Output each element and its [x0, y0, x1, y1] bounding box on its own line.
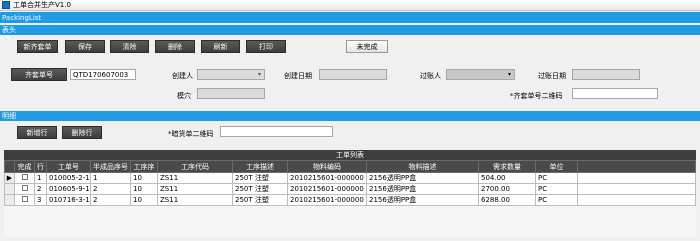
- code-cell: ZS11: [157, 194, 233, 206]
- col-filler: [577, 160, 696, 173]
- qty-cell: 6288.00: [478, 194, 536, 206]
- kit-no-button[interactable]: 齐套单号: [11, 68, 67, 81]
- table-row[interactable]: ▶ 1 010005-2-1 1 10 ZS11 250T 注塑 2010215…: [4, 172, 696, 184]
- col-semi-no[interactable]: 半成品序号: [90, 160, 131, 173]
- done-checkbox[interactable]: [21, 196, 28, 202]
- row-selector[interactable]: [4, 194, 15, 206]
- row-header-cell: [4, 160, 15, 173]
- mat-code-cell: 2010215601-000000: [287, 172, 367, 184]
- code-cell: ZS11: [157, 183, 233, 195]
- col-done[interactable]: 完成: [14, 160, 35, 173]
- kit-no-field[interactable]: QTD170607003: [70, 69, 136, 80]
- save-button[interactable]: 保存: [65, 40, 105, 53]
- kit-qr-label: *齐套单号二维码: [510, 92, 563, 100]
- line-cell: 1: [34, 172, 47, 184]
- filler-cell: [577, 172, 696, 184]
- order-grid: 完成 行 工单号 半成品序号 工序序 工序代码 工序描述 物料编码 物料描述 需…: [4, 160, 696, 206]
- grid-caption: 工单列表: [4, 150, 696, 160]
- create-date-field[interactable]: [319, 69, 387, 80]
- order-cell: 010605-9-1: [46, 183, 91, 195]
- mat-code-cell: 2010215601-000000: [287, 194, 367, 206]
- code-cell: ZS11: [157, 172, 233, 184]
- done-checkbox[interactable]: [21, 185, 28, 191]
- table-row[interactable]: 3 010716-3-1 2 10 ZS11 250T 注塑 201021560…: [4, 194, 696, 206]
- create-date-label: 创建日期: [284, 72, 312, 80]
- semi-cell: 2: [90, 194, 131, 206]
- window-title: 工单合并生产V1.0: [13, 1, 71, 9]
- grid-header-row: 完成 行 工单号 半成品序号 工序序 工序代码 工序描述 物料编码 物料描述 需…: [4, 160, 696, 173]
- table-row[interactable]: 2 010605-9-1 2 10 ZS11 250T 注塑 201021560…: [4, 183, 696, 195]
- col-mat-code[interactable]: 物料编码: [287, 160, 367, 173]
- row-selector[interactable]: ▶: [4, 172, 15, 184]
- unit-cell: PC: [535, 183, 578, 195]
- section-bar-header: 表头: [0, 25, 700, 35]
- delete-button[interactable]: 删除: [155, 40, 195, 53]
- done-cell[interactable]: [14, 194, 35, 206]
- chevron-down-icon: ▾: [507, 71, 511, 78]
- op-desc-cell: 250T 注塑: [232, 183, 288, 195]
- seq-cell: 10: [130, 183, 158, 195]
- mat-desc-cell: 2156透明PP盒: [366, 172, 479, 184]
- chevron-down-icon: ▾: [257, 71, 261, 78]
- creator-label: 创建人: [172, 72, 193, 80]
- section-bar-detail: 明细: [0, 111, 700, 121]
- op-desc-cell: 250T 注塑: [232, 172, 288, 184]
- cavity-label: 模穴: [177, 92, 191, 100]
- seq-cell: 10: [130, 172, 158, 184]
- title-bar: 工单合并生产V1.0: [0, 0, 700, 11]
- row-selector[interactable]: [4, 183, 15, 195]
- filler-cell: [577, 183, 696, 195]
- col-qty[interactable]: 需求数量: [478, 160, 536, 173]
- seq-cell: 10: [130, 194, 158, 206]
- order-cell: 010005-2-1: [46, 172, 91, 184]
- transfer-person-dropdown[interactable]: ▾: [446, 69, 515, 80]
- kit-qr-field[interactable]: [572, 88, 658, 99]
- delete-row-button[interactable]: 删除行: [62, 126, 102, 139]
- add-row-button[interactable]: 新增行: [17, 126, 57, 139]
- semi-cell: 1: [90, 172, 131, 184]
- col-mat-desc[interactable]: 物料描述: [366, 160, 479, 173]
- semi-cell: 2: [90, 183, 131, 195]
- clear-button[interactable]: 清除: [110, 40, 149, 53]
- transfer-person-label: 过账人: [420, 72, 441, 80]
- creator-dropdown[interactable]: ▾: [197, 69, 265, 80]
- section-bar-packinglist: PackingList: [0, 12, 700, 23]
- col-line[interactable]: 行: [34, 160, 47, 173]
- col-op-seq[interactable]: 工序序: [130, 160, 158, 173]
- shelf-qr-field[interactable]: [220, 126, 333, 137]
- qty-cell: 504.00: [478, 172, 536, 184]
- transfer-date-field[interactable]: [572, 69, 640, 80]
- col-order-no[interactable]: 工单号: [46, 160, 91, 173]
- shelf-qr-label: *暗货单二维码: [168, 130, 214, 138]
- done-checkbox[interactable]: [21, 174, 28, 180]
- new-kit-button[interactable]: 新齐套单: [17, 40, 58, 53]
- line-cell: 3: [34, 194, 47, 206]
- qty-cell: 2700.00: [478, 183, 536, 195]
- transfer-date-label: 过账日期: [538, 72, 566, 80]
- filler-cell: [577, 194, 696, 206]
- cavity-field[interactable]: [197, 88, 265, 99]
- order-cell: 010716-3-1: [46, 194, 91, 206]
- done-cell[interactable]: [14, 172, 35, 184]
- app-icon: [2, 1, 10, 9]
- mat-code-cell: 2010215601-000000: [287, 183, 367, 195]
- mat-desc-cell: 2156透明PP盒: [366, 194, 479, 206]
- mat-desc-cell: 2156透明PP盒: [366, 183, 479, 195]
- refresh-button[interactable]: 刷新: [201, 40, 240, 53]
- unit-cell: PC: [535, 194, 578, 206]
- line-cell: 2: [34, 183, 47, 195]
- col-op-code[interactable]: 工序代码: [157, 160, 233, 173]
- col-op-desc[interactable]: 工序描述: [232, 160, 288, 173]
- done-cell[interactable]: [14, 183, 35, 195]
- col-unit[interactable]: 单位: [535, 160, 578, 173]
- unit-cell: PC: [535, 172, 578, 184]
- op-desc-cell: 250T 注塑: [232, 194, 288, 206]
- status-button[interactable]: 未完成: [346, 40, 388, 53]
- grid-empty-area: [4, 206, 696, 237]
- print-button[interactable]: 打印: [246, 40, 286, 53]
